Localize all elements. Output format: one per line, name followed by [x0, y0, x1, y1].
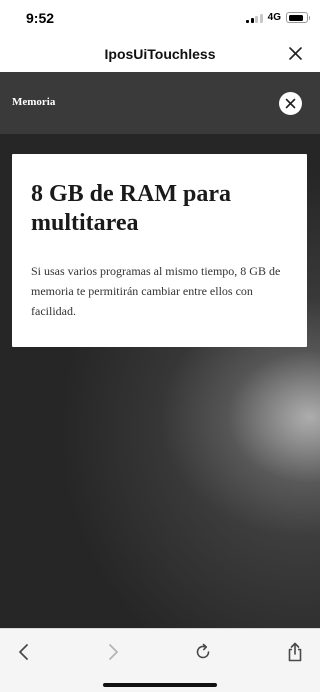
- reload-icon: [196, 643, 210, 659]
- signal-strength-icon: [246, 13, 263, 23]
- reload-button[interactable]: [188, 637, 218, 667]
- status-bar: 9:52 4G: [0, 0, 320, 36]
- battery-icon: [286, 12, 310, 23]
- close-icon-glyph: [289, 47, 302, 60]
- status-time: 9:52: [26, 10, 55, 26]
- card-description: Si usas varios programas al mismo tiempo…: [31, 264, 281, 318]
- share-button[interactable]: [280, 637, 310, 667]
- app-title: IposUiTouchless: [104, 46, 216, 62]
- chevron-left-icon: [19, 644, 28, 660]
- close-button[interactable]: [279, 92, 302, 115]
- network-type: 4G: [267, 12, 281, 23]
- forward-button[interactable]: [98, 637, 128, 667]
- close-icon[interactable]: [286, 44, 306, 64]
- share-icon: [288, 642, 302, 662]
- back-button[interactable]: [9, 637, 39, 667]
- chevron-right-icon: [109, 644, 118, 660]
- status-indicators: 4G: [246, 12, 310, 23]
- viewer-top-bar: Memoria: [0, 72, 320, 134]
- app-header: IposUiTouchless: [0, 36, 320, 72]
- section-label: Memoria: [12, 96, 56, 108]
- home-indicator: [103, 683, 217, 687]
- product-viewer: Memoria 8 GB de RAM para multitarea Si u…: [0, 72, 320, 628]
- close-icon: [285, 98, 296, 109]
- info-card: 8 GB de RAM para multitarea Si usas vari…: [12, 154, 307, 347]
- card-title: 8 GB de RAM para multitarea: [31, 181, 231, 236]
